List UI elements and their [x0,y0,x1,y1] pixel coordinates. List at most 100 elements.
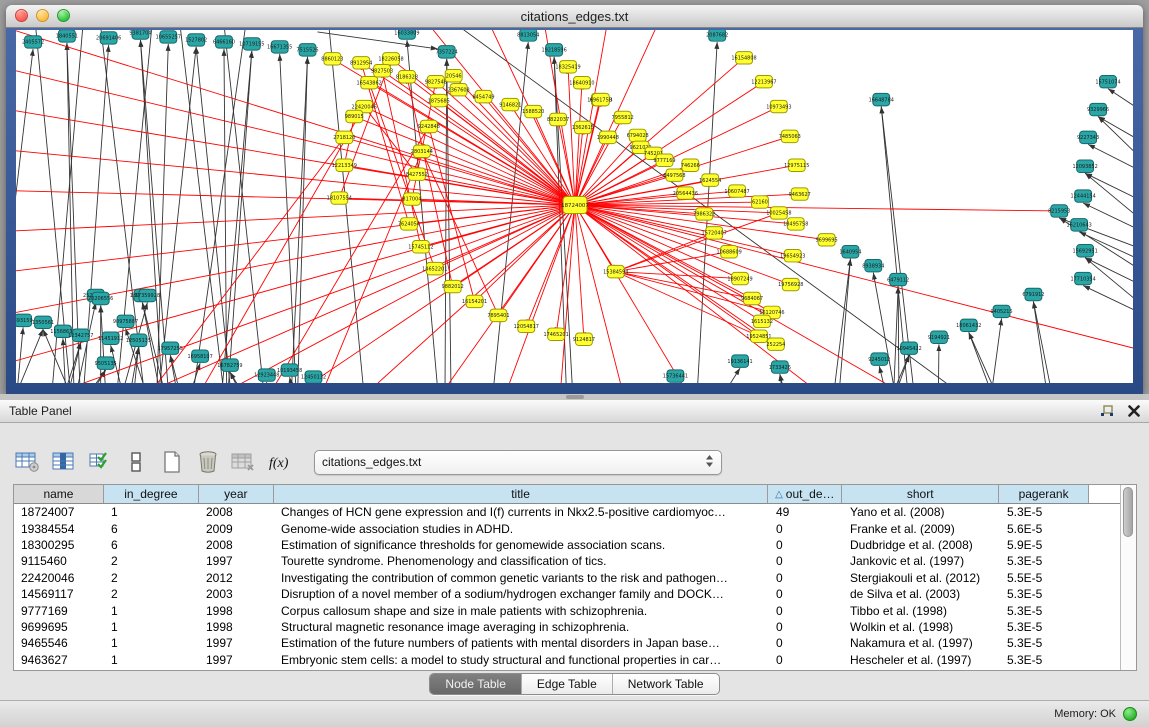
cell-out_degree[interactable]: 0 [769,620,843,634]
table-row[interactable]: 969969511998Structural magnetic resonanc… [14,619,1120,635]
cell-in_degree[interactable]: 2 [104,571,199,585]
cell-out_degree[interactable]: 0 [769,653,843,667]
cell-pagerank[interactable]: 5.3E-5 [1000,587,1090,601]
function-builder-button[interactable]: f(x) [266,449,293,475]
minimize-window-button[interactable] [36,9,49,22]
cell-name[interactable]: 19384554 [14,522,104,536]
cell-title[interactable]: Estimation of significance thresholds fo… [274,538,769,552]
close-panel-icon[interactable] [1128,405,1140,417]
cell-title[interactable]: Structural magnetic resonance image aver… [274,620,769,634]
table-row[interactable]: 1938455462009Genome-wide association stu… [14,520,1120,536]
tab-network-table[interactable]: Network Table [612,674,719,694]
table-row[interactable]: 2242004622012Investigating the contribut… [14,570,1120,586]
float-panel-icon[interactable] [1100,405,1114,418]
cell-out_degree[interactable]: 0 [769,604,843,618]
cell-title[interactable]: Embryonic stem cells: a model to study s… [274,653,769,667]
cell-year[interactable]: 1997 [199,653,274,667]
cell-short[interactable]: Jankovic et al. (1997) [843,554,1000,568]
table-row[interactable]: 946554611997Estimation of the future num… [14,635,1120,651]
cell-title[interactable]: Disruption of a novel member of a sodium… [274,587,769,601]
cell-short[interactable]: Franke et al. (2009) [843,522,1000,536]
row-height-button[interactable] [122,449,149,475]
cell-year[interactable]: 2008 [199,538,274,552]
cell-name[interactable]: 9699695 [14,620,104,634]
cell-out_degree[interactable]: 0 [769,554,843,568]
table-row[interactable]: 1456911722003Disruption of a novel membe… [14,586,1120,602]
cell-year[interactable]: 2012 [199,571,274,585]
tab-node-table[interactable]: Node Table [430,674,521,694]
cell-year[interactable]: 1997 [199,554,274,568]
cell-title[interactable]: Tourette syndrome. Phenomenology and cla… [274,554,769,568]
table-select-dropdown[interactable]: citations_edges.txt [314,450,722,475]
close-window-button[interactable] [15,9,28,22]
cell-year[interactable]: 1997 [199,636,274,650]
cell-title[interactable]: Estimation of the future numbers of pati… [274,636,769,650]
splitter-grip[interactable] [566,395,584,399]
cell-pagerank[interactable]: 5.5E-5 [1000,571,1090,585]
cell-name[interactable]: 18724007 [14,505,104,519]
cell-in_degree[interactable]: 1 [104,604,199,618]
cell-pagerank[interactable]: 5.3E-5 [1000,505,1090,519]
cell-pagerank[interactable]: 5.3E-5 [1000,604,1090,618]
cell-pagerank[interactable]: 5.3E-5 [1000,653,1090,667]
select-rows-button[interactable] [86,449,113,475]
delete-values-button[interactable] [194,449,221,475]
cell-name[interactable]: 14569117 [14,587,104,601]
table-row[interactable]: 946362711997Embryonic stem cells: a mode… [14,652,1120,668]
cell-title[interactable]: Corpus callosum shape and size in male p… [274,604,769,618]
cell-pagerank[interactable]: 5.9E-5 [1000,538,1090,552]
cell-year[interactable]: 2009 [199,522,274,536]
network-window-titlebar[interactable]: citations_edges.txt [6,5,1143,28]
column-header-title[interactable]: title [274,485,769,503]
cell-year[interactable]: 1998 [199,620,274,634]
cell-short[interactable]: Hescheler et al. (1997) [843,653,1000,667]
column-header-short[interactable]: short [842,485,999,503]
cell-short[interactable]: Dudbridge et al. (2008) [843,538,1000,552]
cell-title[interactable]: Investigating the contribution of common… [274,571,769,585]
tab-edge-table[interactable]: Edge Table [521,674,612,694]
create-column-button[interactable] [158,449,185,475]
cell-out_degree[interactable]: 0 [769,587,843,601]
cell-short[interactable]: de Silva et al. (2003) [843,587,1000,601]
cell-year[interactable]: 2008 [199,505,274,519]
cell-short[interactable]: Nakamura et al. (1997) [843,636,1000,650]
cell-pagerank[interactable]: 5.3E-5 [1000,554,1090,568]
table-scrollbar[interactable] [1120,485,1136,670]
column-header-out_degree[interactable]: △out_de… [768,485,842,503]
column-header-name[interactable]: name [14,485,104,503]
cell-out_degree[interactable]: 0 [769,636,843,650]
cell-title[interactable]: Genome-wide association studies in ADHD. [274,522,769,536]
cell-in_degree[interactable]: 1 [104,653,199,667]
cell-short[interactable]: Yano et al. (2008) [843,505,1000,519]
cell-year[interactable]: 1998 [199,604,274,618]
cell-name[interactable]: 9463627 [14,653,104,667]
delete-table-button[interactable] [230,449,257,475]
column-header-pagerank[interactable]: pagerank [999,485,1089,503]
cell-in_degree[interactable]: 1 [104,505,199,519]
cell-short[interactable]: Stergiakouli et al. (2012) [843,571,1000,585]
cell-out_degree[interactable]: 0 [769,522,843,536]
zoom-window-button[interactable] [57,9,70,22]
cell-name[interactable]: 9777169 [14,604,104,618]
cell-pagerank[interactable]: 5.3E-5 [1000,636,1090,650]
cell-year[interactable]: 2003 [199,587,274,601]
cell-name[interactable]: 9465546 [14,636,104,650]
cell-name[interactable]: 9115460 [14,554,104,568]
cell-in_degree[interactable]: 2 [104,554,199,568]
cell-short[interactable]: Wolkin et al. (1998) [843,620,1000,634]
cell-pagerank[interactable]: 5.6E-5 [1000,522,1090,536]
cell-title[interactable]: Changes of HCN gene expression and I(f) … [274,505,769,519]
table-row[interactable]: 977716911998Corpus callosum shape and si… [14,602,1120,618]
show-columns-button[interactable] [50,449,77,475]
cell-out_degree[interactable]: 49 [769,505,843,519]
cell-name[interactable]: 18300295 [14,538,104,552]
cell-out_degree[interactable]: 0 [769,571,843,585]
network-graph-canvas[interactable]: 2405572184055120691406938170410655257152… [16,30,1133,383]
column-header-year[interactable]: year [199,485,274,503]
cell-pagerank[interactable]: 5.3E-5 [1000,620,1090,634]
cell-in_degree[interactable]: 6 [104,522,199,536]
cell-short[interactable]: Tibbo et al. (1998) [843,604,1000,618]
cell-in_degree[interactable]: 1 [104,620,199,634]
column-header-in_degree[interactable]: in_degree [104,485,199,503]
cell-out_degree[interactable]: 0 [769,538,843,552]
